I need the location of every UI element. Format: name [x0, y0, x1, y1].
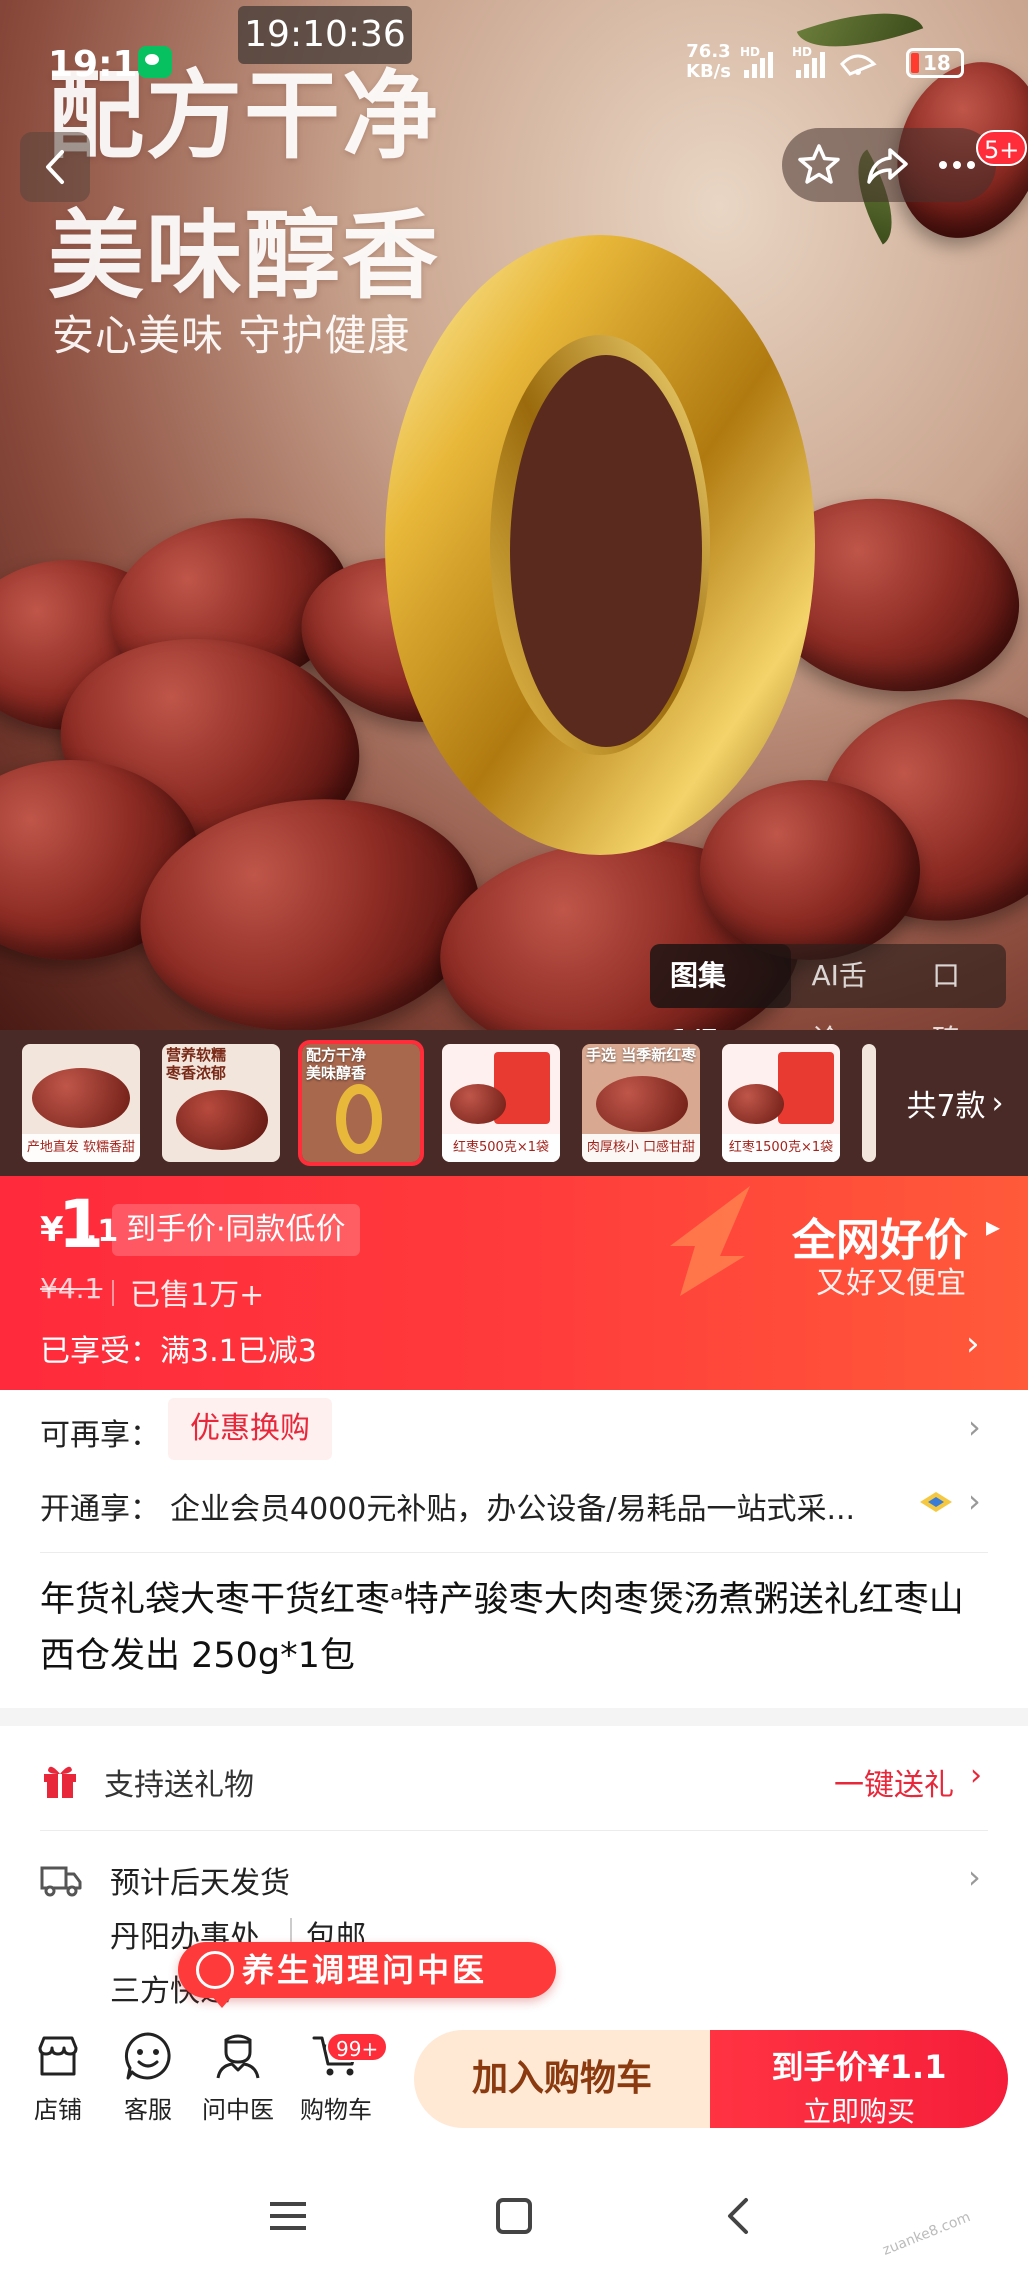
coupon-exchange-chip[interactable]: 优惠换购 [168, 1398, 332, 1460]
sku-thumbnail[interactable] [862, 1044, 876, 1162]
down-arrow-decoration [670, 1186, 750, 1296]
hero-subtitle: 安心美味 守护健康 [52, 311, 411, 360]
original-price: ¥4.1 [40, 1272, 103, 1305]
favorite-star-icon[interactable] [796, 142, 842, 188]
network-speed: 76.3 KB/s [686, 42, 731, 82]
shop-button[interactable]: 店铺 [18, 2030, 98, 2125]
tcm-consult-label: 养生调理问中医 [242, 1951, 488, 1989]
one-click-gift-link[interactable]: 一键送礼 [834, 1760, 954, 1804]
divider [40, 1830, 988, 1831]
sku-thumbnail-strip: 产地直发 软糯香甜 营养软糯 枣香浓郁 配方干净 美味醇香 红枣500克×1袋 … [0, 1030, 1028, 1176]
chevron-right-icon[interactable]: › [968, 1858, 981, 1896]
customer-service-label: 客服 [124, 2096, 172, 2124]
tab-ai-tongue[interactable]: AI舌诊 [791, 944, 911, 1056]
more-icon[interactable] [934, 142, 980, 188]
gallery-tabs: 图集1/5 AI舌诊 口碑 [650, 944, 1006, 1056]
truck-icon [40, 1866, 82, 1897]
sku-thumbnail-label: 产地直发 软糯香甜 [22, 1134, 140, 1162]
sku-thumbnail[interactable]: 产地直发 软糯香甜 [22, 1044, 140, 1162]
divider [112, 1280, 114, 1306]
doctor-icon [216, 2034, 260, 2079]
back-button[interactable] [20, 132, 90, 202]
network-speed-value: 76.3 [686, 41, 731, 62]
bubble-tail [210, 1994, 234, 2008]
chevron-right-icon: › [991, 1085, 1004, 1121]
coupon-row-label: 可再享： [40, 1418, 160, 1453]
sku-thumbnail[interactable]: 手选 当季新红枣 肉厚核小 口感甘甜 [582, 1044, 700, 1162]
battery-level [911, 53, 919, 73]
member-badge-icon [920, 1492, 952, 1512]
sku-thumbnail-caption: 营养软糯 枣香浓郁 [166, 1046, 227, 1082]
sku-thumbnail[interactable]: 红枣500克×1袋 [442, 1044, 560, 1162]
message-count-badge: 5+ [976, 130, 1028, 166]
sold-count: 已售1万+ [130, 1278, 265, 1313]
chevron-left-icon [46, 150, 64, 184]
battery-icon: 18 [906, 48, 964, 78]
svg-text:HD: HD [792, 45, 812, 59]
svg-text:HD: HD [740, 45, 760, 59]
shipping-time: 预计后天发货 [110, 1866, 290, 1901]
cart-label: 购物车 [300, 2096, 372, 2124]
chevron-right-icon[interactable]: › [966, 1324, 980, 1364]
gift-icon [44, 1766, 76, 1798]
buy-now-label: 立即购买 [802, 2095, 915, 2128]
chevron-right-icon[interactable]: › [968, 1408, 981, 1446]
tcm-consult-bubble[interactable]: 养生调理问中医 [178, 1942, 556, 1998]
shop-label: 店铺 [34, 2096, 82, 2124]
home-icon[interactable] [494, 2196, 534, 2236]
divider [40, 1552, 988, 1553]
chevron-right-icon[interactable]: › [970, 1758, 982, 1793]
all-skus-label: 共7款 [906, 1089, 986, 1124]
add-to-cart-button[interactable]: 加入购物车 [414, 2030, 710, 2128]
sku-thumbnail-label: 肉厚核小 口感甘甜 [582, 1134, 700, 1162]
tcm-label: 问中医 [202, 2096, 274, 2124]
system-navigation-bar [0, 2140, 1028, 2284]
smiley-icon [124, 2032, 171, 2080]
wechat-icon [138, 46, 172, 78]
buy-now-button[interactable]: 到手价¥1.1 立即购买 [710, 2030, 1008, 2128]
all-skus-button[interactable]: 共7款 › [882, 1030, 1028, 1176]
battery-percent: 18 [923, 51, 951, 75]
menu-icon[interactable] [268, 2198, 308, 2234]
tcm-button[interactable]: 问中医 [198, 2030, 278, 2125]
network-speed-unit: KB/s [686, 61, 731, 82]
shop-icon [38, 2036, 78, 2076]
section-gap [0, 1708, 1028, 1726]
price-banner: ¥ 1 .1 到手价·同款低价 ¥4.1 已售1万+ 已享受：满3.1已减3 ›… [0, 1176, 1028, 1390]
buy-now-price: 到手价¥1.1 [771, 2048, 947, 2086]
sku-thumbnail-caption: 配方干净 美味醇香 [306, 1046, 367, 1082]
gift-support-label: 支持送礼物 [104, 1768, 254, 1803]
back-nav-icon[interactable] [720, 2196, 760, 2236]
chevron-right-icon[interactable]: › [968, 1482, 981, 1520]
tab-gallery[interactable]: 图集1/5 [650, 944, 792, 1056]
signal-icon: HD HD [740, 45, 877, 78]
hero-title-line2: 美味醇香 [48, 200, 440, 312]
customer-service-button[interactable]: 客服 [108, 2030, 188, 2125]
best-price-subtitle: 又好又便宜 [816, 1266, 966, 1301]
member-row-label: 开通享： [40, 1492, 160, 1527]
sku-thumbnail-caption: 手选 当季新红枣 [586, 1046, 697, 1064]
share-icon[interactable] [864, 142, 910, 188]
top-action-group [782, 128, 996, 202]
discount-applied[interactable]: 已享受：满3.1已减3 [40, 1326, 317, 1370]
sku-thumbnail-selected[interactable]: 配方干净 美味醇香 [298, 1040, 424, 1166]
member-benefit-text[interactable]: 企业会员4000元补贴，办公设备/易耗品一站式采... [170, 1484, 910, 1528]
sku-thumbnail-label: 红枣1500克×1袋 [722, 1134, 840, 1162]
caret-right-icon: ▸ [986, 1210, 1001, 1243]
price-tag: 到手价·同款低价 [112, 1204, 360, 1256]
sku-thumbnail[interactable]: 营养软糯 枣香浓郁 [162, 1044, 280, 1162]
doctor-icon [196, 1951, 234, 1989]
product-title: 年货礼袋大枣干货红枣ᵃ特产骏枣大肉枣煲汤煮粥送礼红枣山西仓发出 250g*1包 [40, 1580, 964, 1676]
tab-reviews[interactable]: 口碑 [912, 944, 1006, 1056]
clock-badge: 19:10:36 [238, 6, 412, 64]
cart-count-badge: 99+ [326, 2032, 389, 2062]
sku-thumbnail[interactable]: 红枣1500克×1袋 [722, 1044, 840, 1162]
sku-thumbnail-label: 红枣500克×1袋 [442, 1134, 560, 1162]
